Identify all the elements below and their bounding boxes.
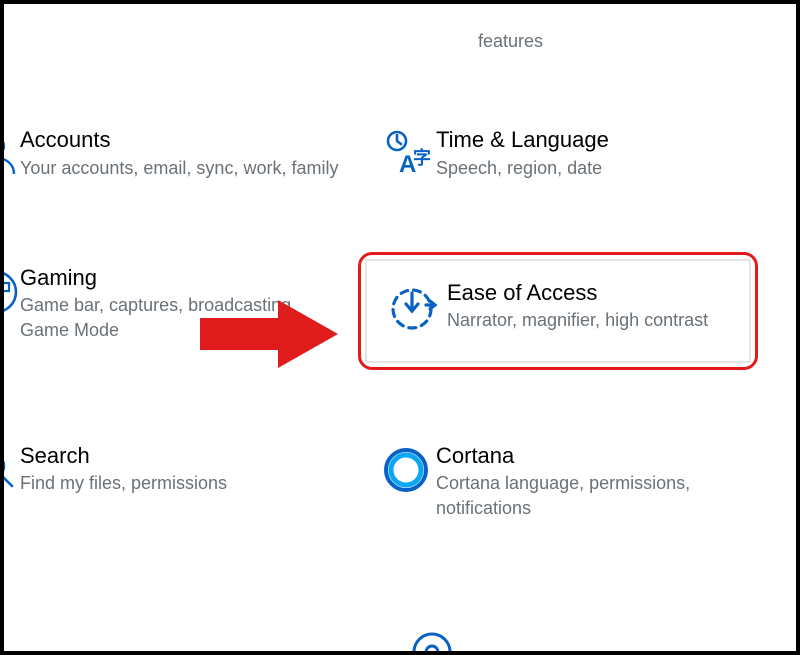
previous-item-desc-fragment: features xyxy=(478,31,543,52)
gaming-icon xyxy=(0,264,20,316)
settings-window: features Accounts Your accounts, email, … xyxy=(0,0,800,655)
category-title: Ease of Access xyxy=(447,279,719,307)
category-title: Cortana xyxy=(436,442,766,470)
accounts-icon xyxy=(0,126,20,178)
category-desc: Your accounts, email, sync, work, family xyxy=(20,156,346,180)
category-title: Accounts xyxy=(20,126,346,154)
ease-of-access-icon xyxy=(377,279,447,335)
cortana-icon xyxy=(376,442,436,494)
time-language-icon: A 字 xyxy=(376,126,436,178)
category-desc: Cortana language, permissions, notificat… xyxy=(436,471,766,520)
search-icon xyxy=(0,442,20,494)
next-category-icon-peek xyxy=(408,628,456,655)
category-cortana[interactable]: Cortana Cortana language, permissions, n… xyxy=(376,430,786,532)
category-gaming[interactable]: Gaming Game bar, captures, broadcasting,… xyxy=(0,252,366,354)
category-title: Time & Language xyxy=(436,126,766,154)
settings-categories-grid: Accounts Your accounts, email, sync, wor… xyxy=(4,104,796,532)
svg-text:字: 字 xyxy=(413,147,431,168)
category-title: Search xyxy=(20,442,346,470)
category-desc: Speech, region, date xyxy=(436,156,766,180)
category-desc: Game bar, captures, broadcasting, Game M… xyxy=(20,293,346,342)
category-accounts[interactable]: Accounts Your accounts, email, sync, wor… xyxy=(0,114,366,192)
category-search[interactable]: Search Find my files, permissions xyxy=(0,430,366,508)
category-title: Gaming xyxy=(20,264,346,292)
ease-of-access-highlight: Ease of Access Narrator, magnifier, high… xyxy=(358,252,758,370)
category-desc: Narrator, magnifier, high contrast xyxy=(447,308,719,332)
category-desc: Find my files, permissions xyxy=(20,471,346,495)
category-time-language[interactable]: A 字 Time & Language Speech, region, date xyxy=(376,114,786,192)
category-ease-of-access[interactable]: Ease of Access Narrator, magnifier, high… xyxy=(365,259,751,363)
